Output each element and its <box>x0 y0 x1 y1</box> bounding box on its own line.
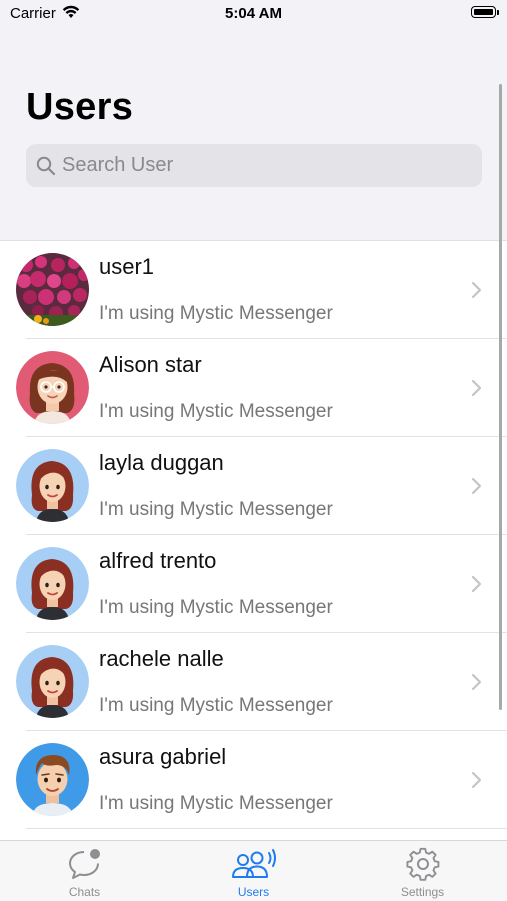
tab-settings[interactable]: Settings <box>338 841 507 901</box>
user-name: alfred trento <box>99 548 217 573</box>
flowers-photo <box>16 253 89 326</box>
woman-avatar <box>16 645 89 718</box>
user-row[interactable]: layla duggan I'm using Mystic Messenger <box>0 437 507 535</box>
search-input[interactable] <box>62 144 462 187</box>
user-name: user1 <box>99 254 155 279</box>
tab-bar: Chats Users Settings <box>0 840 507 901</box>
user-status: I'm using Mystic Messenger <box>99 401 333 422</box>
tab-label: Users <box>237 885 270 899</box>
tab-chats[interactable]: Chats <box>0 841 169 901</box>
user-row[interactable]: alfred trento I'm using Mystic Messenger <box>0 535 507 633</box>
search-bar[interactable] <box>26 144 482 187</box>
user-status: I'm using Mystic Messenger <box>99 499 333 520</box>
user-row[interactable]: user1 I'm using Mystic Messenger <box>0 241 507 339</box>
woman-glasses-avatar <box>16 351 89 424</box>
user-status: I'm using Mystic Messenger <box>99 695 333 716</box>
user-row[interactable]: rachele nalle I'm using Mystic Messenger <box>0 633 507 731</box>
chevron-right-icon <box>471 673 482 691</box>
users-list[interactable]: user1 I'm using Mystic Messenger Alison … <box>0 240 507 841</box>
chevron-right-icon <box>471 281 482 299</box>
battery-icon <box>471 6 496 18</box>
user-status: I'm using Mystic Messenger <box>99 793 333 814</box>
user-status: I'm using Mystic Messenger <box>99 303 333 324</box>
scroll-indicator[interactable] <box>499 84 502 710</box>
chevron-right-icon <box>471 771 482 789</box>
avatar <box>16 253 89 326</box>
user-name: rachele nalle <box>99 646 224 671</box>
man-avatar <box>16 743 89 816</box>
battery-tip <box>497 10 499 15</box>
gear-icon <box>405 847 439 881</box>
chevron-right-icon <box>471 575 482 593</box>
search-icon <box>36 156 56 176</box>
woman-avatar <box>16 547 89 620</box>
status-bar: Carrier 5:04 AM <box>0 0 507 30</box>
user-row[interactable]: asura gabriel I'm using Mystic Messenger <box>0 731 507 829</box>
woman-avatar <box>16 449 89 522</box>
user-name: asura gabriel <box>99 744 227 769</box>
chevron-right-icon <box>471 379 482 397</box>
user-status: I'm using Mystic Messenger <box>99 597 333 618</box>
user-name: layla duggan <box>99 450 224 475</box>
chevron-right-icon <box>471 477 482 495</box>
page-title: Users <box>26 86 134 128</box>
clock: 5:04 AM <box>225 5 282 22</box>
avatar <box>16 547 89 620</box>
tab-users[interactable]: Users <box>169 841 338 901</box>
avatar <box>16 645 89 718</box>
user-row[interactable]: Alison star I'm using Mystic Messenger <box>0 339 507 437</box>
tab-label: Chats <box>68 885 101 899</box>
avatar <box>16 351 89 424</box>
users-icon <box>231 849 276 878</box>
avatar <box>16 743 89 816</box>
chat-bubble-icon <box>68 849 100 879</box>
user-name: Alison star <box>99 352 202 377</box>
tab-label: Settings <box>400 885 445 899</box>
navigation-header: Carrier 5:04 AM Users <box>0 0 507 240</box>
avatar <box>16 449 89 522</box>
